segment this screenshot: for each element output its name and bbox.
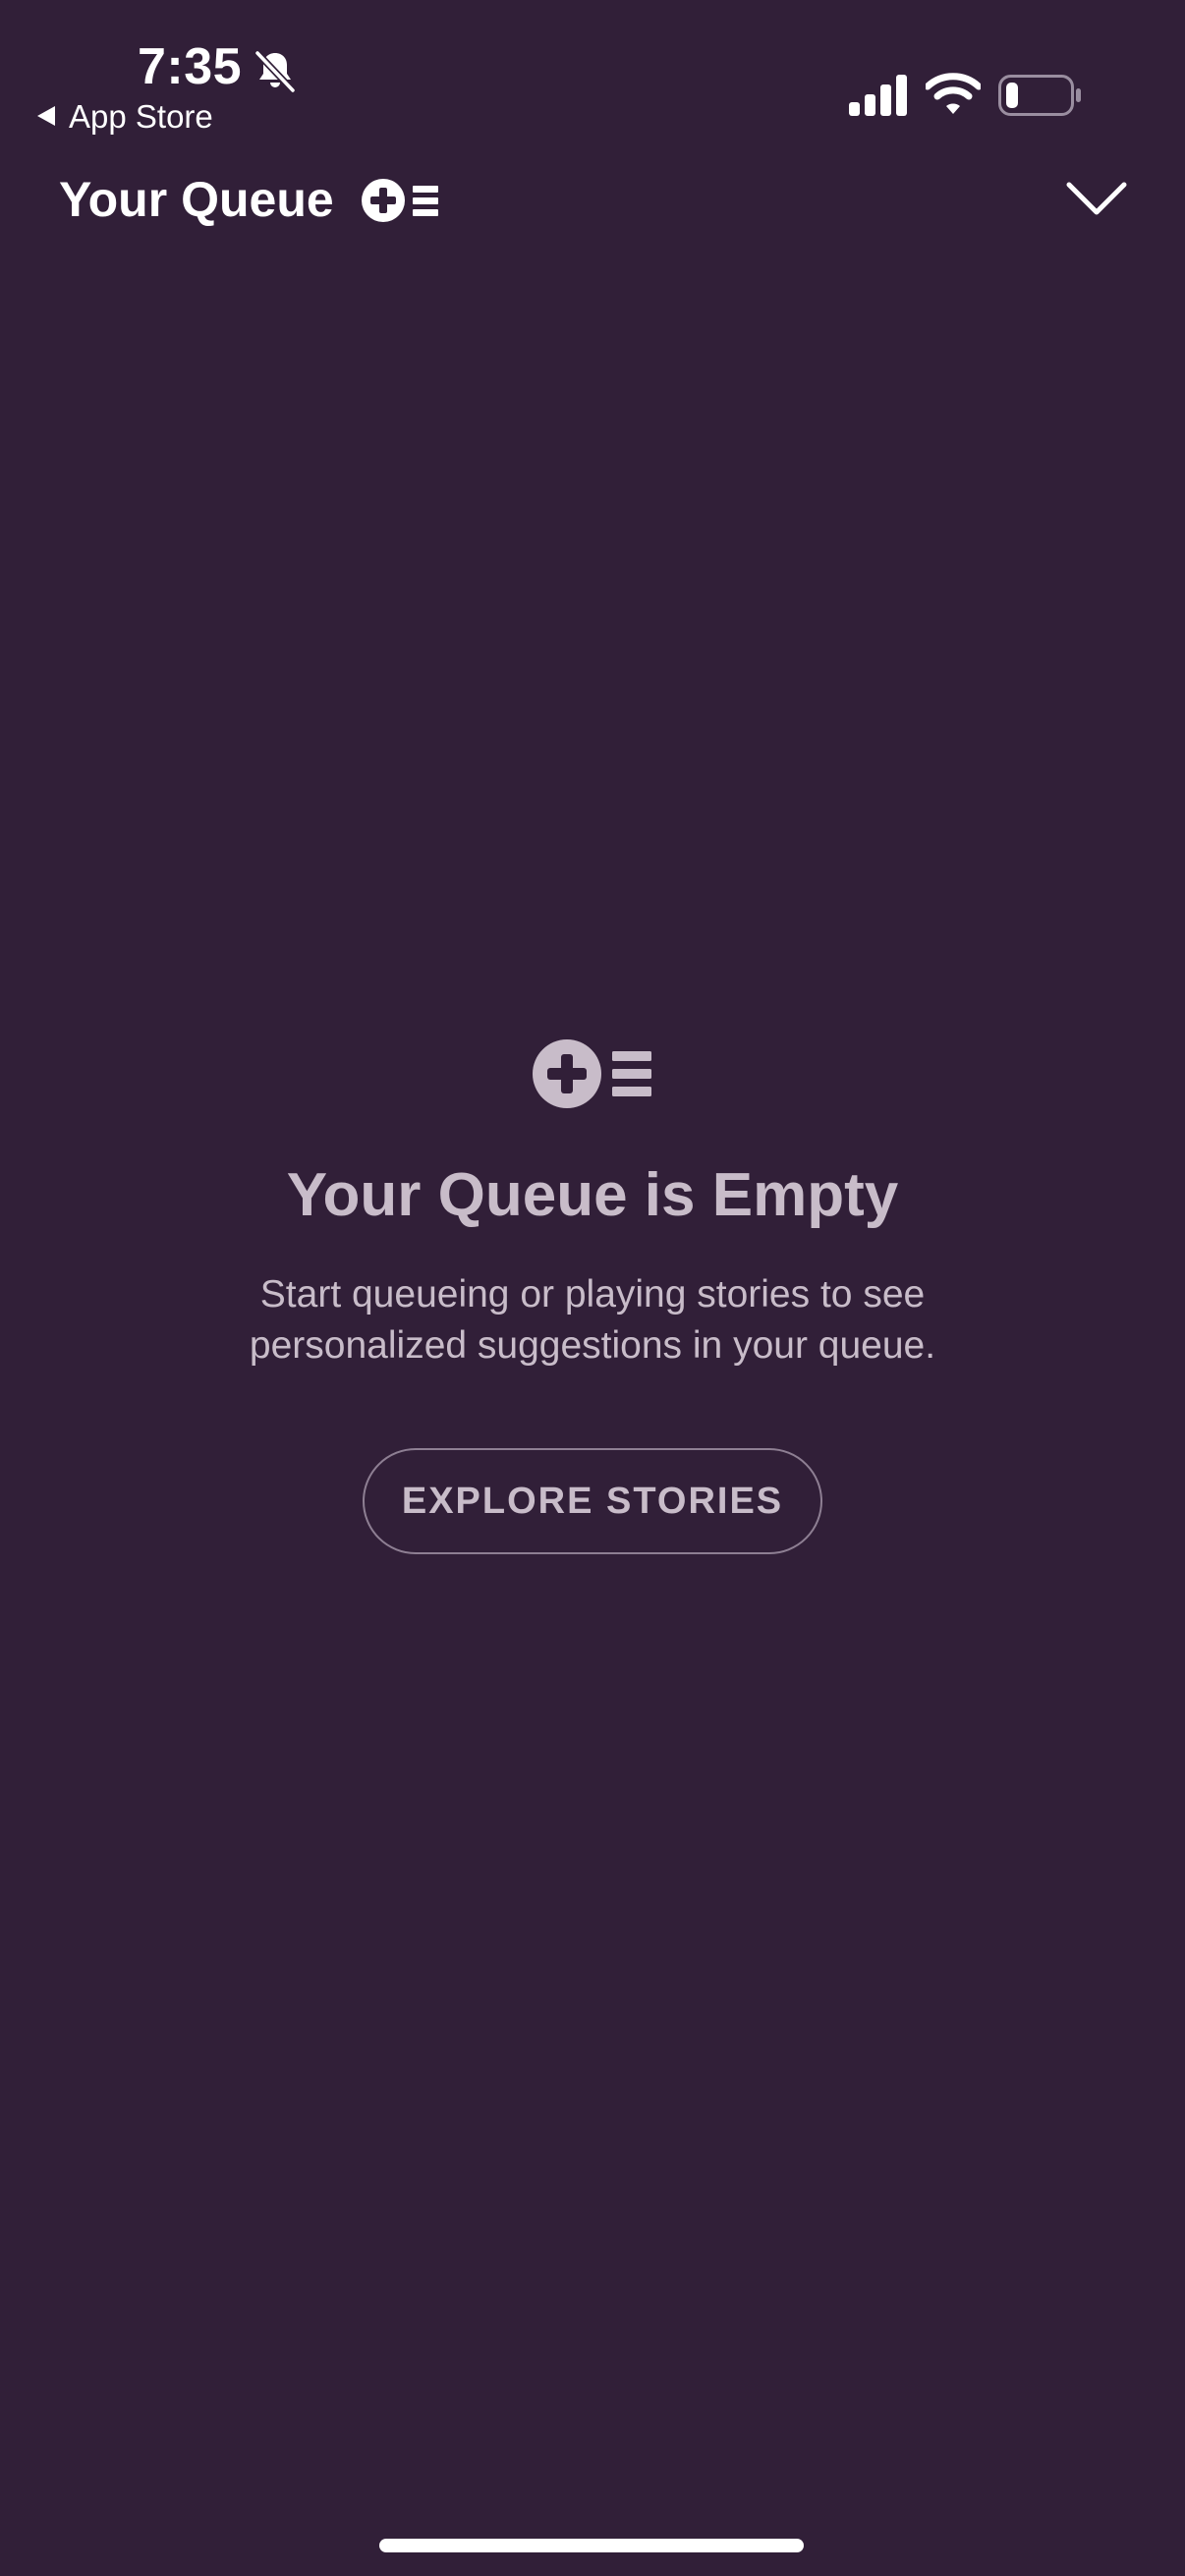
home-indicator[interactable] <box>379 2539 804 2552</box>
queue-add-icon <box>362 179 438 222</box>
status-time: 7:35 <box>138 38 243 95</box>
wifi-icon <box>926 73 981 114</box>
back-to-app-store[interactable]: App Store <box>35 96 213 136</box>
back-triangle-icon <box>37 106 55 126</box>
cellular-signal-icon <box>849 75 907 116</box>
empty-queue-state: Your Queue is Empty Start queueing or pl… <box>0 1037 1185 1554</box>
queue-header: Your Queue <box>0 157 1185 246</box>
empty-state-title: Your Queue is Empty <box>286 1161 899 1229</box>
page-title: Your Queue <box>59 172 334 227</box>
empty-state-description: Start queueing or playing stories to see… <box>249 1273 936 1367</box>
status-bar: 7:35 App Store <box>0 0 1185 147</box>
queue-add-icon <box>533 1039 651 1108</box>
explore-stories-button[interactable]: EXPLORE STORIES <box>363 1448 822 1554</box>
collapse-queue-button[interactable] <box>1055 167 1138 230</box>
bell-slash-icon <box>254 49 297 94</box>
chevron-down-icon <box>1066 182 1127 215</box>
back-app-label: App Store <box>69 97 213 135</box>
battery-icon <box>998 75 1081 116</box>
